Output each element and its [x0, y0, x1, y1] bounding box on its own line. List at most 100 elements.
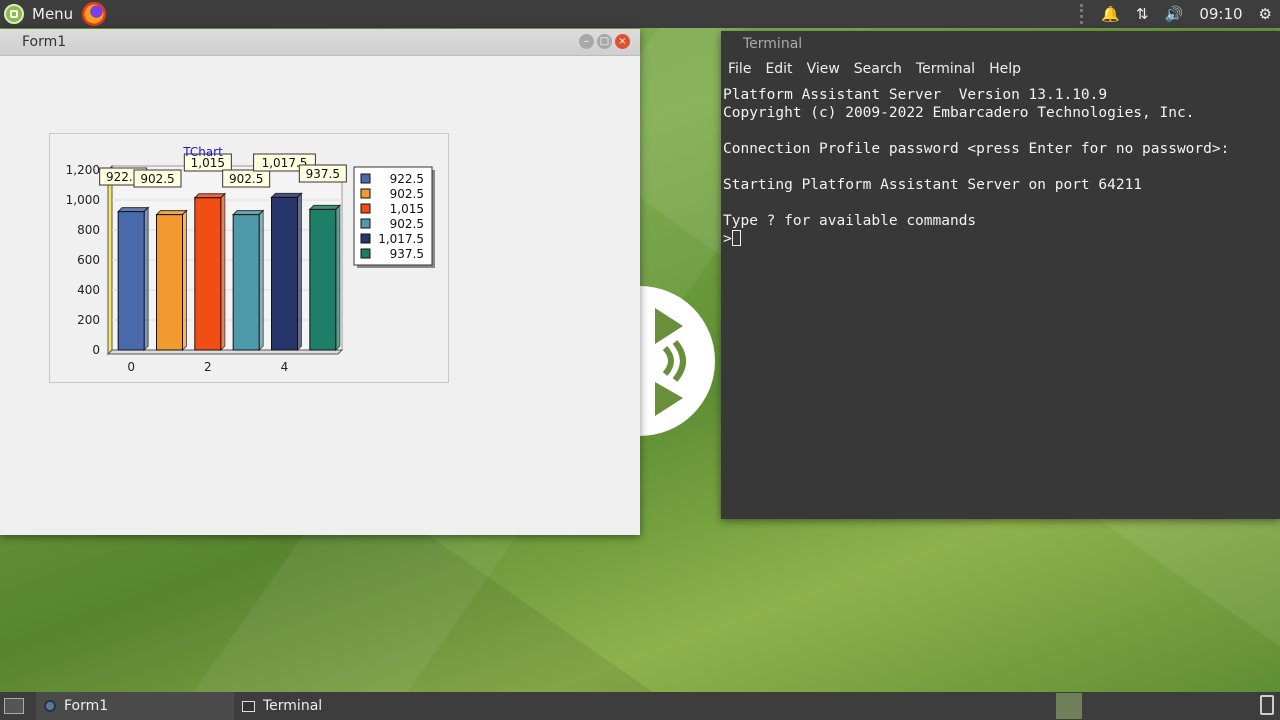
top-panel: Menu 🔔 ⇅ 🔊 09:10 ⚙: [0, 0, 1280, 28]
taskbar-form1[interactable]: Form1: [36, 692, 234, 720]
network-icon[interactable]: ⇅: [1136, 5, 1149, 23]
bar-side: [335, 204, 341, 352]
output-line: Type ? for available commands: [723, 213, 977, 229]
window-title: Terminal: [743, 36, 803, 52]
bar: [271, 196, 298, 351]
menu-view[interactable]: View: [800, 61, 847, 77]
x-tick-label: 0: [127, 360, 135, 374]
legend-label: 902.5: [390, 217, 424, 231]
cursor: [731, 230, 741, 246]
gear-icon[interactable]: ⚙: [1259, 5, 1272, 23]
terminal-icon: [242, 700, 255, 712]
bar-side: [258, 209, 264, 352]
show-desktop-icon[interactable]: [4, 698, 24, 714]
menu-help[interactable]: Help: [982, 61, 1028, 77]
bottom-panel: Form1 Terminal: [0, 692, 1280, 720]
bar: [232, 214, 260, 351]
menu-button[interactable]: Menu: [4, 3, 73, 25]
terminal-menubar: File Edit View Search Terminal Help: [721, 61, 1028, 77]
mark-label: 902.5: [140, 172, 174, 186]
desktop: Menu 🔔 ⇅ 🔊 09:10 ⚙ Form1 – □ × 0 200 400…: [0, 0, 1280, 720]
bar: [194, 197, 222, 351]
system-tray: 🔔 ⇅ 🔊 09:10 ⚙: [1080, 0, 1280, 28]
terminal-window: Terminal File Edit View Search Terminal …: [721, 31, 1280, 519]
menu-terminal[interactable]: Terminal: [909, 61, 982, 77]
bar-top: [231, 210, 265, 216]
app-icon: [44, 700, 56, 712]
legend-label: 937.5: [390, 247, 424, 261]
workspace-1[interactable]: [1056, 693, 1082, 719]
bar-side: [220, 192, 226, 352]
output-line: Starting Platform Assistant Server on po…: [723, 177, 1143, 193]
legend-label: 922.5: [390, 172, 424, 186]
legend-label: 1,017.5: [378, 232, 424, 246]
bar-side: [143, 206, 149, 352]
taskbar-label: Terminal: [263, 698, 323, 714]
tray-separator: [1080, 4, 1085, 24]
maximize-button[interactable]: □: [597, 34, 612, 49]
taskbar-terminal[interactable]: Terminal: [236, 692, 434, 720]
bar-top: [308, 204, 342, 210]
output-line: Copyright (c) 2009-2022 Embarcadero Tech…: [723, 105, 1195, 121]
menu-label: Menu: [32, 5, 74, 23]
terminal-titlebar[interactable]: Terminal: [721, 31, 1280, 57]
mint-logo-icon: [4, 4, 24, 24]
clock[interactable]: 09:10: [1199, 5, 1242, 23]
minimize-button[interactable]: –: [579, 34, 594, 49]
mark-label: 902.5: [229, 172, 263, 186]
x-tick-label: 4: [281, 360, 289, 374]
y-tick-label: 1,200: [66, 163, 100, 177]
bar: [117, 211, 145, 351]
prompt-line: >: [723, 230, 1229, 248]
bar-top: [193, 193, 227, 199]
y-tick-label: 0: [92, 343, 100, 357]
output-line: Connection Profile password <press Enter…: [723, 141, 1230, 157]
form1-titlebar[interactable]: Form1 – □ ×: [0, 29, 640, 56]
terminal-output[interactable]: Platform Assistant Server Version 13.1.1…: [723, 86, 1229, 248]
output-line: Platform Assistant Server Version 13.1.1…: [723, 87, 1108, 103]
bar-side: [182, 209, 187, 352]
bar-top: [155, 210, 188, 216]
window-title: Form1: [22, 34, 67, 50]
chart-title: TChart: [182, 145, 223, 159]
chart-floor: [106, 349, 344, 355]
trash-icon[interactable]: [1260, 695, 1274, 715]
legend-swatch: [360, 188, 371, 199]
legend-swatch: [360, 203, 371, 214]
prompt: >: [723, 231, 732, 247]
close-button[interactable]: ×: [615, 34, 630, 49]
legend-swatch: [360, 173, 371, 184]
firefox-icon[interactable]: [82, 2, 106, 26]
x-tick-label: 2: [204, 360, 212, 374]
form1-window: Form1 – □ × 0 200 400 600 800 1,000 1,200 0 2 4 92…: [0, 29, 640, 535]
legend-swatch: [360, 233, 371, 244]
bar-top: [270, 192, 303, 198]
workspace-2[interactable]: [1083, 693, 1109, 719]
menu-search[interactable]: Search: [847, 61, 909, 77]
tchart: 0 200 400 600 800 1,000 1,200 0 2 4 922.5 902.5 1,01…: [49, 133, 449, 383]
bell-icon[interactable]: 🔔: [1101, 5, 1120, 23]
legend-swatch: [360, 218, 371, 229]
bar-top: [116, 207, 150, 213]
y-tick-label: 1,000: [66, 193, 100, 207]
taskbar-label: Form1: [64, 698, 109, 714]
y-tick-label: 200: [77, 313, 100, 327]
bar: [156, 214, 183, 351]
menu-file[interactable]: File: [721, 61, 758, 77]
y-tick-label: 400: [77, 283, 100, 297]
chart-left-wall: [107, 164, 113, 356]
mark-label: 937.5: [306, 167, 340, 181]
bar: [309, 208, 337, 351]
legend-label: 902.5: [390, 187, 424, 201]
bar-chart: 02004006008001,0001,2000 2 4922.5 902.51,01…: [66, 145, 435, 374]
y-tick-label: 800: [77, 223, 100, 237]
legend-label: 1,015: [390, 202, 424, 216]
y-tick-label: 600: [77, 253, 100, 267]
volume-icon[interactable]: 🔊: [1165, 5, 1184, 23]
menu-edit[interactable]: Edit: [758, 61, 799, 77]
legend-swatch: [360, 248, 371, 259]
bar-side: [297, 192, 302, 352]
